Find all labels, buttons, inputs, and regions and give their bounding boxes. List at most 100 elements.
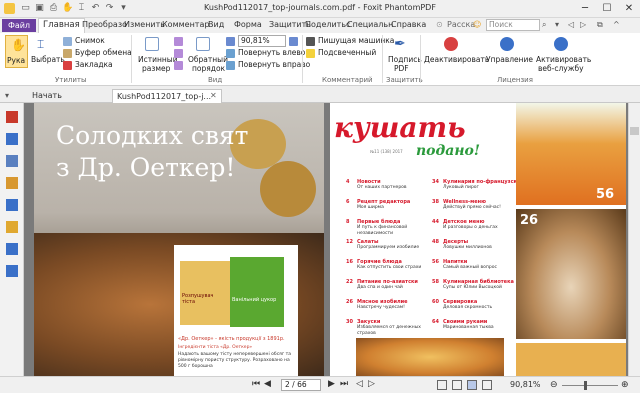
tab-comment[interactable]: Комментар: [162, 20, 209, 29]
bookmark-button[interactable]: Закладка: [75, 60, 113, 69]
zoom-out-button[interactable]: ⊖: [550, 380, 558, 390]
highlight-button[interactable]: Подсвеченный: [318, 48, 376, 57]
search-options-icon[interactable]: ▾: [555, 20, 559, 29]
last-page-icon[interactable]: ⏭: [340, 379, 348, 389]
continuous-icon[interactable]: [452, 380, 462, 390]
group-view: Вид: [208, 76, 223, 84]
signatures-icon[interactable]: [6, 243, 18, 255]
attachments-icon[interactable]: [6, 199, 18, 211]
toc-subtitle: Избавляемся от денежных страхов: [357, 325, 421, 336]
bookmarks-icon[interactable]: [6, 111, 18, 123]
toc-number: 44: [432, 219, 439, 225]
nav-back-icon[interactable]: ◁: [568, 20, 574, 29]
toc-number: 22: [346, 279, 353, 285]
sign-line2[interactable]: PDF: [394, 64, 409, 73]
reflow-icon: [196, 37, 210, 51]
navigation-pane: [0, 103, 24, 376]
hand-tool-button[interactable]: ✋ Рука: [5, 35, 28, 68]
tab-close-icon[interactable]: ✕: [210, 91, 217, 100]
tartlets-photo: [356, 338, 504, 376]
deactivate-button[interactable]: Деактивировать: [424, 55, 489, 64]
select-tool-button[interactable]: Выбрать: [31, 55, 65, 64]
toc-subtitle: И путь к финансовой независимости: [357, 225, 408, 236]
rotate-right-button[interactable]: Повернуть вправо: [238, 60, 310, 69]
tell-me-icon[interactable]: ⊙: [436, 20, 443, 29]
actual-size-line1[interactable]: Истинный: [138, 55, 178, 64]
clipboard-button[interactable]: Буфер обмена: [75, 48, 132, 57]
restore-icon[interactable]: ⧉: [597, 20, 603, 30]
toc-entry: 4 Новости От наших партнеров: [346, 179, 430, 199]
toc-number: 4: [346, 179, 350, 185]
search-icon[interactable]: ⌕: [542, 20, 546, 30]
minimize-button[interactable]: ─: [574, 1, 596, 16]
window-title: KushPod112017_top-journals.com.pdf - Fox…: [204, 3, 436, 12]
activate-line1[interactable]: Активировать: [536, 55, 591, 64]
fit-visible-icon[interactable]: [174, 61, 183, 70]
tab-home[interactable]: Главная: [38, 18, 85, 33]
content-icon[interactable]: [6, 265, 18, 277]
prev-page-icon[interactable]: ◀: [264, 379, 271, 389]
search-input[interactable]: Поиск: [486, 19, 540, 31]
page-forward-icon[interactable]: ▷: [368, 379, 375, 389]
tell-me-input[interactable]: Расска: [447, 20, 475, 29]
toc-subtitle: Луковый пирог: [443, 185, 479, 190]
tab-document[interactable]: KushPod112017_top-j...: [112, 89, 222, 103]
tab-start[interactable]: Начать: [28, 89, 108, 103]
sign-line1[interactable]: Подпись: [388, 55, 422, 64]
security-icon[interactable]: [6, 221, 18, 233]
page-back-icon[interactable]: ◁: [356, 379, 363, 389]
layers-icon[interactable]: [6, 155, 18, 167]
page-number-input[interactable]: 2 / 66: [281, 379, 321, 391]
ribbon-toggle-icon[interactable]: ^: [613, 20, 620, 29]
scroll-thumb[interactable]: [630, 127, 639, 135]
comments-icon[interactable]: [6, 177, 18, 189]
pages-icon[interactable]: [6, 133, 18, 145]
tab-help[interactable]: Справка: [391, 20, 426, 29]
tab-list-icon[interactable]: ▾: [5, 91, 9, 100]
actual-size-line2[interactable]: размер: [142, 64, 170, 73]
rotate-left-button[interactable]: Повернуть влево: [238, 48, 305, 57]
toc-subtitle: Ловушки миллионов: [443, 245, 492, 250]
toc-number: 34: [432, 179, 439, 185]
toc-number: 60: [432, 299, 439, 305]
activate-line2[interactable]: веб-службу: [538, 64, 584, 73]
like-icon[interactable]: ☺: [473, 20, 481, 29]
fit-page-icon[interactable]: [174, 37, 183, 46]
tab-convert[interactable]: Преобразо: [82, 20, 127, 29]
next-page-icon[interactable]: ▶: [328, 379, 335, 389]
nav-forward-icon[interactable]: ▷: [580, 20, 586, 29]
tab-share[interactable]: Поделитьс: [305, 20, 350, 29]
zoom-in-button[interactable]: ⊕: [621, 380, 629, 390]
toc-subtitle: Действуй прямо сейчас!: [443, 205, 501, 210]
tab-edit[interactable]: Изменить: [124, 20, 165, 29]
zoom-slider-thumb[interactable]: [584, 381, 587, 390]
toc-entry: 8 Первые блюда И путь к финансовой независ…: [346, 219, 430, 239]
toc-subtitle: И разговоры о деньгах: [443, 225, 498, 230]
maximize-button[interactable]: ☐: [596, 1, 618, 16]
snapshot-button[interactable]: Снимок: [75, 36, 105, 45]
toc-number: 38: [432, 199, 439, 205]
first-page-icon[interactable]: ⏮: [252, 379, 260, 389]
continuous-facing-icon[interactable]: [482, 380, 492, 390]
vertical-scrollbar[interactable]: [628, 103, 640, 376]
zoom-field[interactable]: 90,81%: [238, 35, 286, 47]
toc-subtitle: Моя ширма: [357, 205, 384, 210]
tab-special[interactable]: Специальн: [347, 20, 393, 29]
file-menu[interactable]: Файл: [2, 19, 36, 32]
reflow-line2[interactable]: порядок: [192, 64, 225, 73]
toc-subtitle: Навстречу чудесам!: [357, 305, 405, 310]
close-button[interactable]: ✕: [618, 1, 640, 16]
issue-label: №11 (138) 2017: [370, 149, 403, 154]
zoom-in-icon[interactable]: [289, 37, 298, 46]
manage-button[interactable]: Управление: [486, 55, 533, 64]
fit-width-icon[interactable]: [174, 49, 183, 58]
facing-icon[interactable]: [467, 380, 477, 390]
tab-view[interactable]: Вид: [208, 20, 224, 29]
zoom-slider[interactable]: [562, 385, 618, 386]
toc-number: 30: [346, 319, 353, 325]
single-page-icon[interactable]: [437, 380, 447, 390]
tab-form[interactable]: Форма: [234, 20, 262, 29]
group-protect: Защитить: [386, 76, 423, 84]
reflow-line1[interactable]: Обратный: [188, 55, 228, 64]
zoom-out-icon[interactable]: [226, 37, 235, 46]
